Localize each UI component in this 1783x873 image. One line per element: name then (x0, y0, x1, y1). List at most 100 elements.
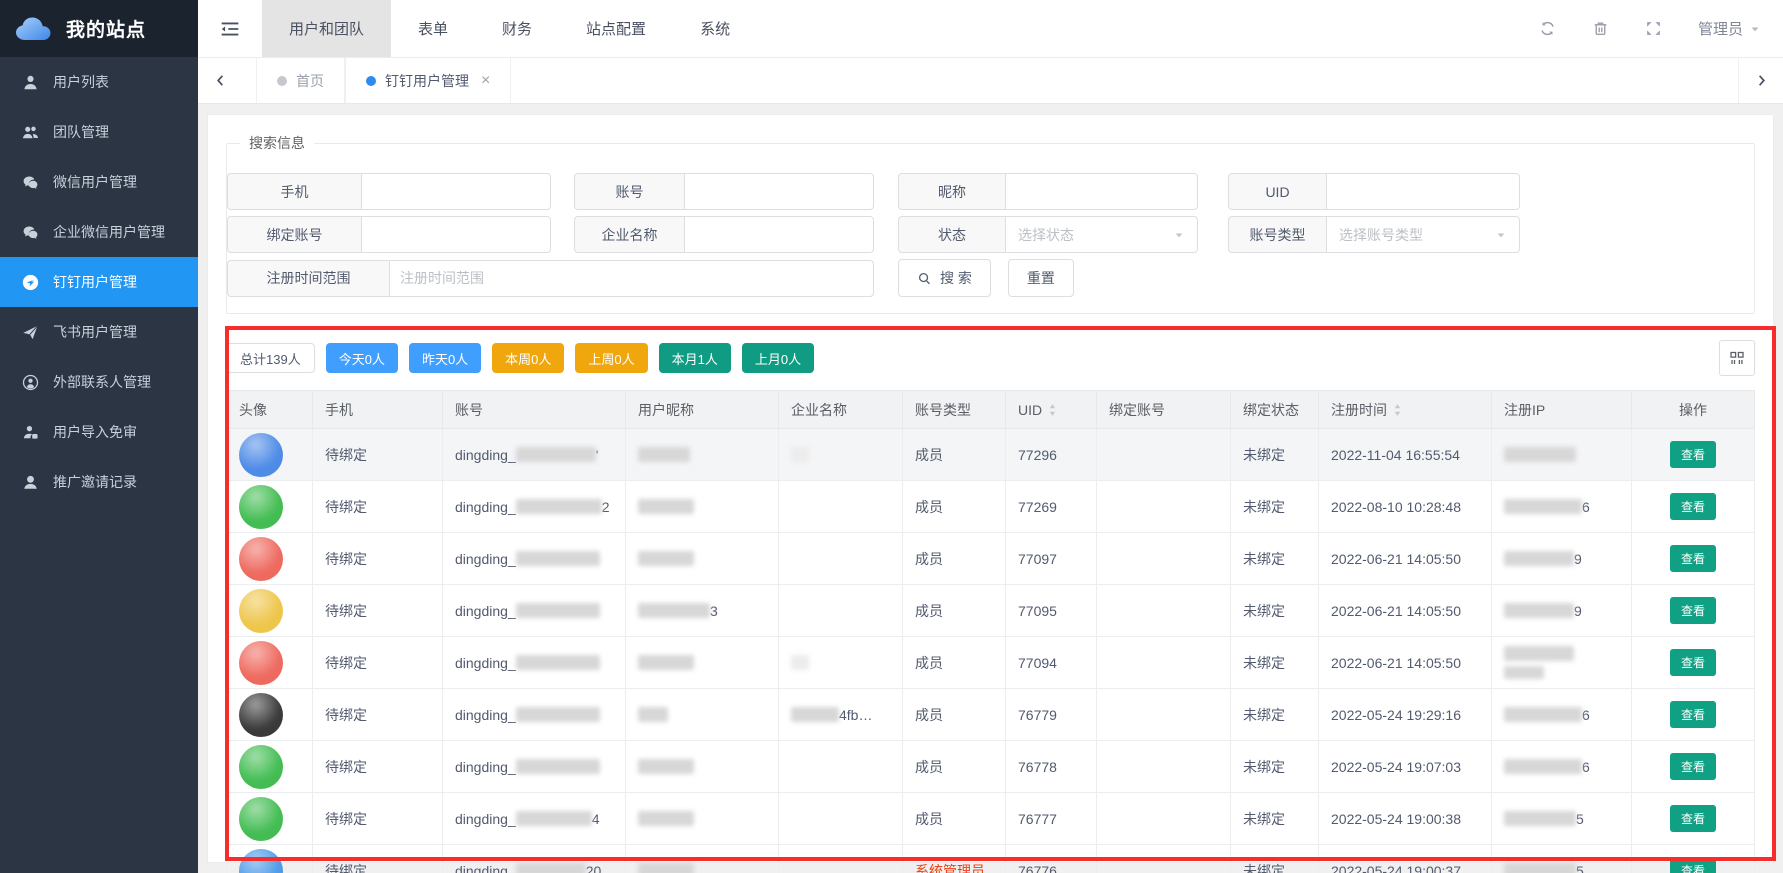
close-icon[interactable]: × (481, 73, 490, 89)
masked-text (1504, 759, 1582, 774)
text-input[interactable] (1326, 173, 1520, 210)
masked-text (516, 551, 600, 566)
nickname-suffix: 3 (710, 603, 718, 619)
avatar-image (239, 641, 283, 685)
nav-menu-item[interactable]: 表单 (391, 0, 475, 57)
account-type: 成员 (915, 655, 943, 671)
tabs-scroll-left-icon[interactable] (198, 58, 242, 103)
nav-menu-item[interactable]: 财务 (475, 0, 559, 57)
account-suffix: ' (596, 447, 599, 463)
sidebar-item-dingtalk[interactable]: 钉钉用户管理 (0, 257, 198, 307)
search-field: 企业名称 (574, 216, 874, 253)
sidebar-item-team[interactable]: 团队管理 (0, 107, 198, 157)
avatar (239, 693, 283, 737)
search-button[interactable]: 搜 索 (898, 259, 991, 297)
masked-text (1504, 499, 1582, 514)
select-input[interactable]: 选择状态 (1005, 216, 1198, 253)
top-menu: 用户和团队表单财务站点配置系统 (262, 0, 757, 57)
ip-suffix: 6 (1582, 759, 1590, 775)
sidebar-item-contact[interactable]: 外部联系人管理 (0, 357, 198, 407)
top-navbar: 用户和团队表单财务站点配置系统 (198, 0, 1783, 58)
user-name: 管理员 (1698, 18, 1743, 39)
sidebar-item-import[interactable]: 用户导入免审 (0, 407, 198, 457)
text-input[interactable] (684, 173, 874, 210)
account-prefix: dingding_ (455, 707, 516, 723)
refresh-icon[interactable] (1539, 20, 1556, 37)
page-tab[interactable]: 首页 (256, 58, 345, 103)
account-cell: dingding_ (443, 741, 626, 793)
column-header-label: UID (1018, 402, 1042, 418)
nav-menu-item[interactable]: 系统 (673, 0, 757, 57)
account-suffix: 20 (586, 863, 602, 873)
text-input[interactable] (361, 173, 551, 210)
site-title: 我的站点 (66, 15, 146, 42)
navbar-actions: 管理员 (1539, 0, 1783, 57)
view-button[interactable]: 查看 (1670, 753, 1716, 780)
sidebar-item-wechat[interactable]: 微信用户管理 (0, 157, 198, 207)
sidebar-item-invite[interactable]: 推广邀请记录 (0, 457, 198, 507)
account-type: 成员 (915, 707, 943, 723)
action-cell: 查看 (1632, 481, 1755, 533)
fullscreen-icon[interactable] (1645, 20, 1662, 37)
reg-time-cell: 2022-05-24 19:29:16 (1319, 689, 1492, 741)
reg-ip-cell: 5 (1492, 845, 1632, 873)
avatar-image (239, 693, 283, 737)
search-form: 手机账号昵称UID绑定账号企业名称状态选择状态账号类型选择账号类型注册时间范围搜… (227, 173, 1754, 297)
company-cell (779, 793, 903, 845)
avatar-cell (227, 741, 313, 793)
text-input[interactable] (361, 216, 551, 253)
bind-status-cell: 未绑定 (1231, 429, 1319, 481)
stat-badge: 昨天0人 (409, 343, 481, 373)
company-cell (779, 637, 903, 689)
action-cell: 查看 (1632, 533, 1755, 585)
nav-menu-item[interactable]: 用户和团队 (262, 0, 391, 57)
view-button[interactable]: 查看 (1670, 441, 1716, 468)
column-header[interactable]: 注册时间 (1319, 391, 1492, 429)
uid-cell: 76777 (1006, 793, 1097, 845)
stat-badge: 总计139人 (226, 343, 315, 373)
chevron-down-icon (1173, 229, 1185, 241)
view-button[interactable]: 查看 (1670, 493, 1716, 520)
reg-time-cell: 2022-08-10 10:28:48 (1319, 481, 1492, 533)
sort-icon[interactable] (1392, 402, 1403, 418)
text-input[interactable] (389, 260, 874, 297)
view-button[interactable]: 查看 (1670, 701, 1716, 728)
masked-text (1504, 707, 1582, 722)
text-input[interactable] (1005, 173, 1198, 210)
view-button[interactable]: 查看 (1670, 545, 1716, 572)
masked-text (516, 863, 586, 873)
view-button[interactable]: 查看 (1670, 597, 1716, 624)
view-button[interactable]: 查看 (1670, 857, 1716, 873)
logo: 我的站点 (0, 0, 198, 57)
sidebar-item-feishu[interactable]: 飞书用户管理 (0, 307, 198, 357)
masked-text (1504, 447, 1576, 462)
account-prefix: dingding_ (455, 447, 516, 463)
avatar-cell (227, 793, 313, 845)
stat-badge: 上周0人 (575, 343, 647, 373)
sort-icon[interactable] (1047, 402, 1058, 418)
trash-icon[interactable] (1592, 20, 1609, 37)
action-cell: 查看 (1632, 845, 1755, 873)
reg-ip-cell: 6 (1492, 689, 1632, 741)
view-button[interactable]: 查看 (1670, 805, 1716, 832)
company-cell: 4fb… (779, 689, 903, 741)
user-menu[interactable]: 管理员 (1698, 18, 1761, 39)
reset-button-label: 重置 (1027, 268, 1055, 288)
page-tab[interactable]: 钉钉用户管理× (345, 58, 511, 103)
view-button[interactable]: 查看 (1670, 649, 1716, 676)
action-cell: 查看 (1632, 741, 1755, 793)
sidebar-item-wecom[interactable]: 企业微信用户管理 (0, 207, 198, 257)
column-header[interactable]: UID (1006, 391, 1097, 429)
column-settings-button[interactable] (1719, 340, 1755, 376)
tabs-scroll-right-icon[interactable] (1738, 58, 1783, 103)
menu-fold-icon[interactable] (198, 0, 262, 57)
reg-ip-cell (1492, 429, 1632, 481)
select-input[interactable]: 选择账号类型 (1326, 216, 1520, 253)
masked-text (791, 707, 839, 722)
reset-button[interactable]: 重置 (1008, 259, 1074, 297)
account-cell: dingding_ (443, 689, 626, 741)
bind-status-cell: 未绑定 (1231, 481, 1319, 533)
sidebar-item-user[interactable]: 用户列表 (0, 57, 198, 107)
nav-menu-item[interactable]: 站点配置 (559, 0, 673, 57)
text-input[interactable] (684, 216, 874, 253)
